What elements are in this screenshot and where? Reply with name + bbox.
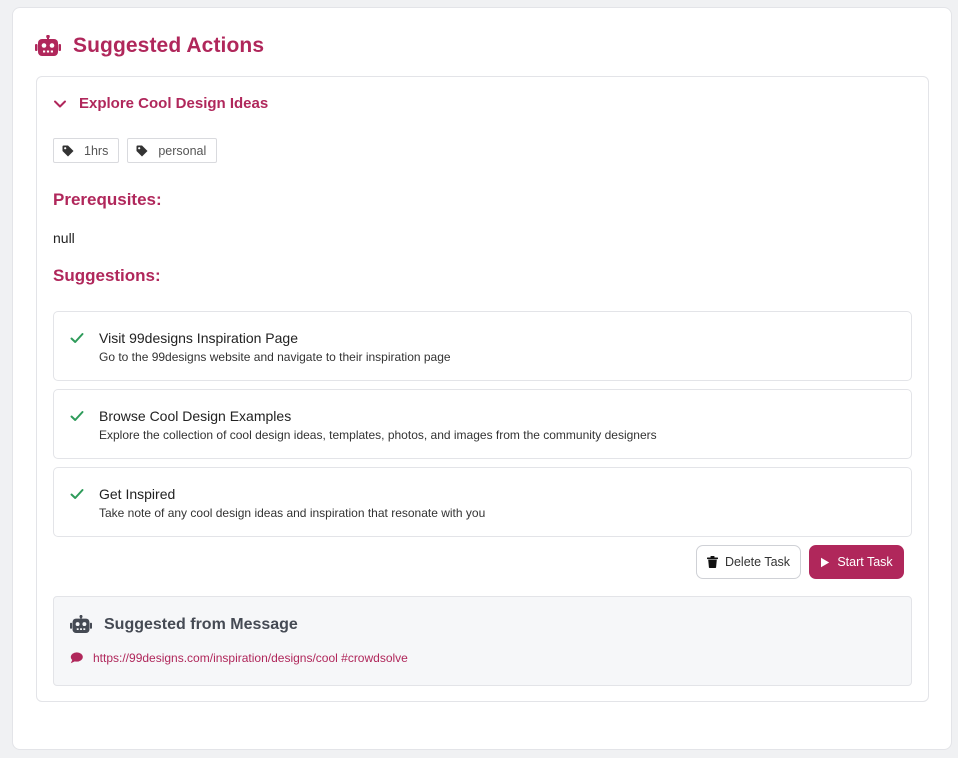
start-task-button[interactable]: Start Task xyxy=(809,545,904,579)
tag-duration: 1hrs xyxy=(53,138,120,163)
check-icon xyxy=(70,333,84,343)
suggestion-title: Browse Cool Design Examples xyxy=(99,408,292,424)
tag-icon xyxy=(136,145,148,156)
comment-icon xyxy=(70,652,83,664)
play-icon xyxy=(821,557,830,567)
source-message-link[interactable]: https://99designs.com/inspiration/design… xyxy=(93,651,408,665)
suggestion-description: Take note of any cool design ideas and i… xyxy=(99,506,486,520)
tag-category: personal xyxy=(127,138,218,163)
task-card: Explore Cool Design Ideas 1hrs personal … xyxy=(36,76,929,702)
suggestion-description: Explore the collection of cool design id… xyxy=(99,428,657,442)
suggestion-title: Get Inspired xyxy=(99,486,176,502)
chevron-down-icon xyxy=(54,100,66,107)
panel-title: Suggested Actions xyxy=(73,34,265,57)
suggestion-item: Browse Cool Design Examples Explore the … xyxy=(53,389,912,459)
suggestion-title: Visit 99designs Inspiration Page xyxy=(99,330,298,346)
start-task-label: Start Task xyxy=(837,555,893,569)
delete-task-label: Delete Task xyxy=(724,555,791,569)
trash-icon xyxy=(706,556,718,568)
suggestion-description: Go to the 99designs website and navigate… xyxy=(99,350,451,364)
tag-list: 1hrs personal xyxy=(53,138,218,163)
suggested-actions-panel: Suggested Actions Explore Cool Design Id… xyxy=(12,7,952,750)
task-title: Explore Cool Design Ideas xyxy=(79,95,269,112)
robot-icon xyxy=(70,615,92,633)
source-message-header: Suggested from Message xyxy=(70,615,298,634)
tag-label: personal xyxy=(158,143,207,158)
delete-task-button[interactable]: Delete Task xyxy=(696,545,801,579)
suggestion-item: Get Inspired Take note of any cool desig… xyxy=(53,467,912,537)
tag-label: 1hrs xyxy=(84,143,109,158)
source-message-box: Suggested from Message https://99designs… xyxy=(53,596,912,686)
suggestion-item: Visit 99designs Inspiration Page Go to t… xyxy=(53,311,912,381)
check-icon xyxy=(70,489,84,499)
source-message-title: Suggested from Message xyxy=(104,615,298,633)
suggestions-heading: Suggestions: xyxy=(53,266,161,285)
source-message-row: https://99designs.com/inspiration/design… xyxy=(70,651,408,665)
robot-icon xyxy=(35,35,61,56)
task-toggle[interactable]: Explore Cool Design Ideas xyxy=(53,95,268,112)
check-icon xyxy=(70,411,84,421)
prerequisites-heading: Prerequsites: xyxy=(53,190,162,209)
panel-header: Suggested Actions xyxy=(35,34,264,58)
prerequisites-value: null xyxy=(53,230,75,246)
tag-icon xyxy=(62,145,74,156)
